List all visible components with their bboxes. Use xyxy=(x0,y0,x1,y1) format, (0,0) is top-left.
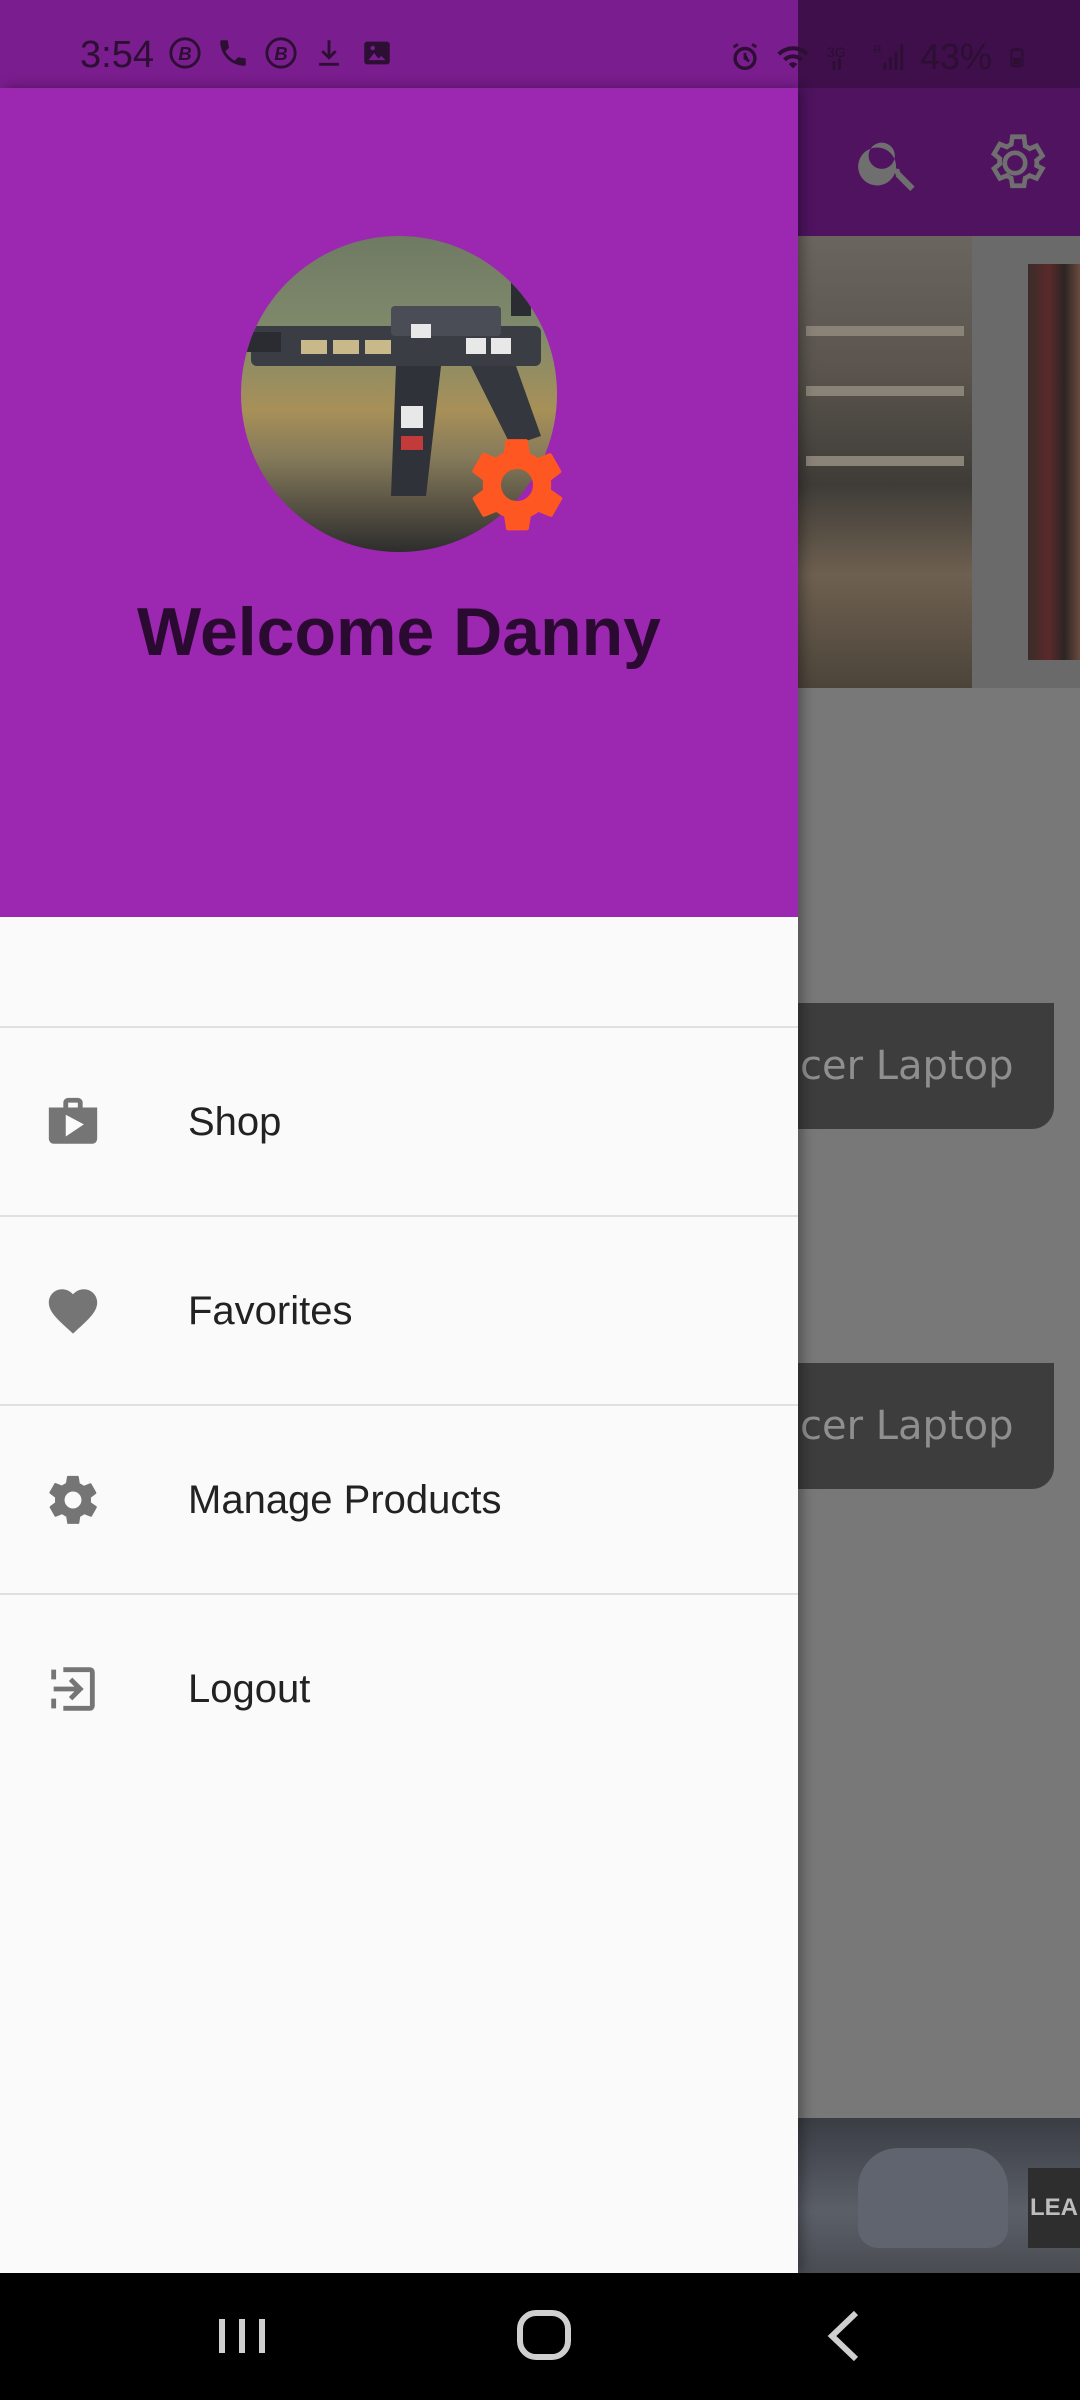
system-navigation-bar xyxy=(0,2273,1080,2400)
gear-icon xyxy=(49,1475,97,1524)
menu-item-shop[interactable]: Shop xyxy=(0,1028,798,1216)
drawer-header: Welcome Danny xyxy=(0,88,798,917)
alarm-icon xyxy=(732,43,758,71)
settings-badge-icon[interactable] xyxy=(462,430,572,540)
b-circle-icon: B xyxy=(265,37,297,69)
wifi-call-icon xyxy=(220,40,246,66)
bottom-banner-image: LEA xyxy=(798,2118,1080,2273)
store-image xyxy=(798,236,972,688)
download-icon xyxy=(319,40,339,66)
product-card[interactable]: cer Laptop xyxy=(760,1363,1054,1489)
heart-icon xyxy=(48,1289,98,1334)
chair-image xyxy=(858,2148,1008,2248)
signal-icon: R xyxy=(873,44,904,70)
logout-icon xyxy=(51,1667,95,1711)
back-icon[interactable] xyxy=(806,2303,886,2369)
search-icon[interactable] xyxy=(854,128,924,198)
product-card-title: cer Laptop xyxy=(800,1403,1014,1449)
bottom-banner-text: LEA xyxy=(1028,2168,1080,2248)
svg-text:R: R xyxy=(873,44,881,56)
b-circle-icon: B xyxy=(169,37,201,69)
battery-percent: 43% xyxy=(920,36,993,77)
clothes-image xyxy=(1028,264,1080,660)
notification-icons: B B xyxy=(168,36,394,70)
product-card-title: cer Laptop xyxy=(800,1043,1014,1089)
menu-item-favorites[interactable]: Favorites xyxy=(0,1217,798,1405)
svg-text:3G: 3G xyxy=(827,45,846,61)
menu-item-label: Logout xyxy=(188,1666,311,1711)
system-icons: 3G R 43% xyxy=(728,36,1028,78)
menu-item-label: Manage Products xyxy=(188,1477,502,1522)
wifi-icon xyxy=(777,46,809,69)
status-time: 3:54 xyxy=(80,34,154,76)
menu-item-label: Shop xyxy=(188,1099,282,1144)
gear-icon[interactable] xyxy=(980,128,1050,198)
battery-icon xyxy=(1010,47,1024,68)
menu-item-logout[interactable]: Logout xyxy=(0,1595,798,1783)
status-bar: 3:54 B B 3G R 43% xyxy=(0,0,1080,88)
menu-item-manage-products[interactable]: Manage Products xyxy=(0,1406,798,1594)
3g-icon: 3G xyxy=(827,45,846,70)
shop-bag-icon xyxy=(48,1097,98,1144)
image-icon xyxy=(364,41,390,65)
menu-item-label: Favorites xyxy=(188,1288,353,1333)
svg-text:B: B xyxy=(178,43,191,64)
home-icon[interactable] xyxy=(504,2303,584,2369)
svg-text:B: B xyxy=(274,43,287,64)
navigation-drawer: Welcome Danny Shop Favorites Manage Prod… xyxy=(0,88,798,2273)
recents-icon[interactable] xyxy=(202,2303,282,2369)
product-card[interactable]: cer Laptop xyxy=(760,1003,1054,1129)
welcome-title: Welcome Danny xyxy=(136,594,661,670)
